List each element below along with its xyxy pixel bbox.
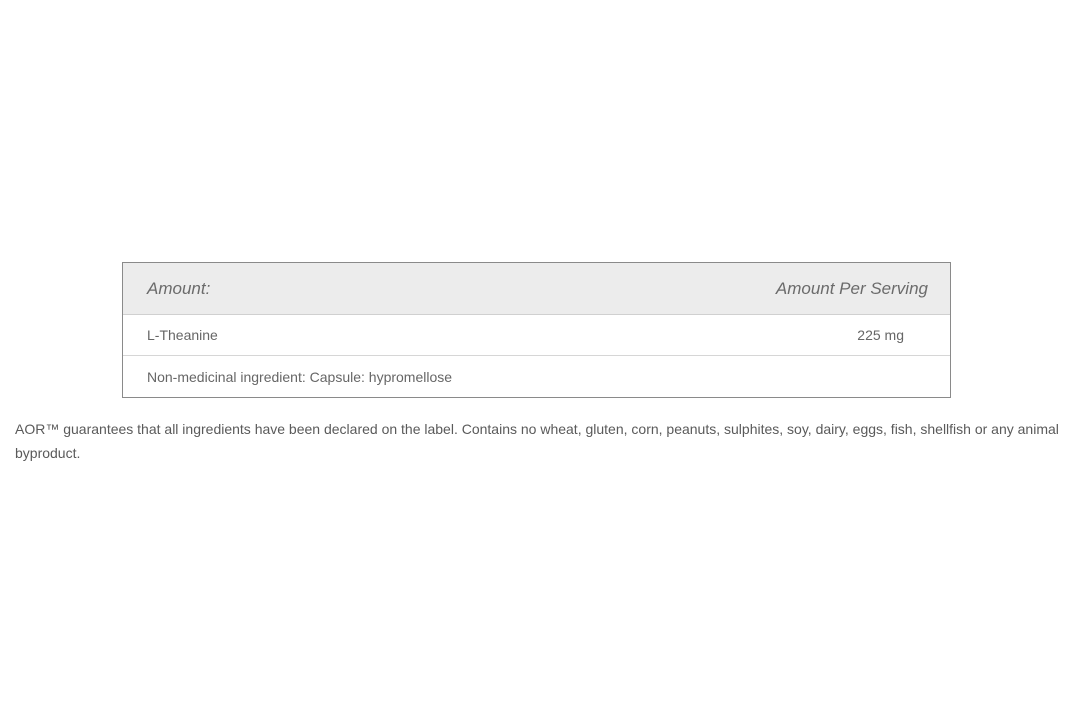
ingredient-amount: 225 mg — [857, 327, 904, 343]
allergen-disclaimer: AOR™ guarantees that all ingredients hav… — [15, 421, 1059, 461]
table-row: Non-medicinal ingredient: Capsule: hypro… — [123, 356, 950, 397]
header-amount-label: Amount: — [147, 278, 211, 298]
ingredient-name: Non-medicinal ingredient: Capsule: hypro… — [147, 368, 453, 385]
table-row: L-Theanine 225 mg — [123, 315, 950, 356]
ingredient-name: L-Theanine — [147, 327, 218, 343]
table-header: Amount: Amount Per Serving — [123, 263, 950, 315]
header-amount-per-serving: Amount Per Serving — [775, 278, 928, 298]
supplement-facts-table: Amount: Amount Per Serving L-Theanine 22… — [122, 262, 951, 398]
